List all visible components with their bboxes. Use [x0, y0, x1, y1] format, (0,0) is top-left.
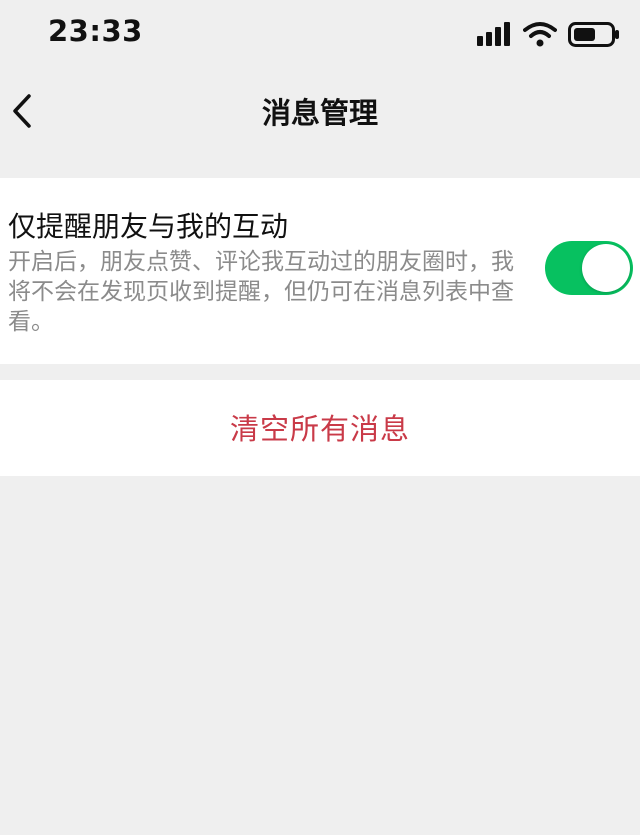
navigation-bar: 消息管理: [0, 70, 640, 152]
interaction-reminder-toggle[interactable]: [545, 241, 633, 295]
setting-title: 仅提醒朋友与我的互动: [8, 210, 289, 243]
clear-messages-card: 清空所有消息: [0, 380, 640, 476]
signal-icon: [477, 22, 510, 46]
battery-icon: [568, 22, 619, 47]
status-time: 23:33: [48, 14, 143, 48]
clear-all-messages-button[interactable]: 清空所有消息: [0, 406, 640, 448]
wifi-icon: [523, 22, 557, 47]
setting-description: 开启后，朋友点赞、评论我互动过的朋友圈时，我将不会在发现页收到提醒，但仍可在消息…: [8, 249, 514, 335]
toggle-knob: [582, 244, 630, 292]
status-bar: 23:33: [0, 0, 640, 70]
page-title: 消息管理: [261, 96, 378, 130]
interaction-reminder-setting: 仅提醒朋友与我的互动 开启后，朋友点赞、评论我互动过的朋友圈时，我将不会在发现页…: [0, 178, 640, 364]
